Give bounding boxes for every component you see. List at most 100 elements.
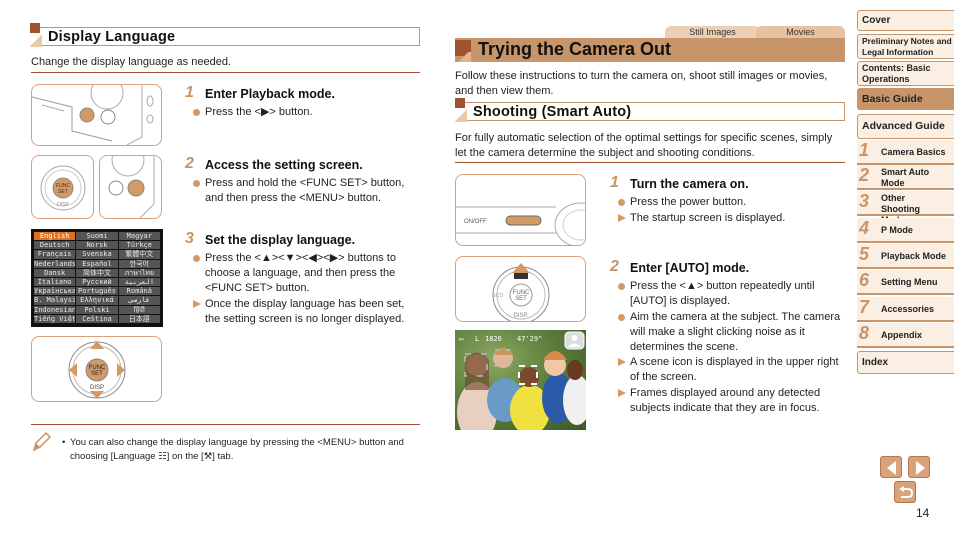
language-option: Norsk [76, 241, 118, 250]
step-number: 1 [185, 84, 194, 101]
language-option: العربية [118, 277, 160, 287]
chapter-number: 3 [859, 191, 870, 211]
next-page-button[interactable] [908, 456, 930, 478]
result-arrow-icon [618, 389, 626, 397]
svg-text:47'29": 47'29" [517, 335, 542, 343]
menu-button-illustration [99, 155, 162, 219]
svg-text:DISP: DISP [57, 202, 69, 208]
step-result: Once the display language has been set, … [192, 297, 420, 327]
func-set-button-illustration: FUNC SET DISP [31, 155, 94, 219]
chapter-number: 6 [859, 270, 870, 290]
power-button-icon: ON/OFF [456, 202, 585, 245]
svg-text:1826: 1826 [485, 335, 502, 343]
language-option: فارسی [118, 296, 160, 305]
bullet-dot-icon [193, 255, 200, 262]
nav-chapter-7[interactable]: 7 Accessories [857, 297, 954, 322]
nav-basic-guide[interactable]: Basic Guide [857, 88, 954, 110]
chapter-number: 8 [859, 323, 870, 343]
chapter-label: Smart Auto Mode [881, 167, 930, 188]
menu-button-icon [108, 156, 155, 218]
svg-text:SET: SET [91, 371, 103, 377]
language-option: Polski [76, 305, 118, 314]
step-result: A scene icon is displayed in the upper r… [617, 355, 842, 385]
step-number: 2 [610, 258, 619, 275]
language-option: ภาษาไทย [118, 268, 160, 277]
language-option: Indonesian [34, 305, 76, 314]
pencil-note-icon [32, 431, 52, 452]
language-option: Deutsch [34, 241, 76, 250]
control-dial-icon: FUNC SET DISP [68, 341, 126, 399]
nav-chapter-1[interactable]: 1 Camera Basics [857, 140, 954, 165]
arrow-left-icon [887, 461, 896, 475]
prev-page-button[interactable] [880, 456, 902, 478]
svg-text:▭: ▭ [459, 335, 463, 343]
step-bullet: Press the <▲> button repeatedly until [A… [617, 279, 837, 309]
chapter-label: P Mode [881, 225, 913, 235]
step-number: 2 [185, 155, 194, 172]
svg-text:DISP.: DISP. [514, 313, 529, 319]
language-option: Español [76, 259, 118, 268]
return-arrow-icon [899, 486, 914, 498]
language-option: Nederlands [34, 259, 76, 268]
language-option: 한국어 [118, 259, 160, 268]
step-bullet: Aim the camera at the subject. The camer… [617, 310, 842, 355]
language-option: English [34, 232, 76, 241]
step-bullet: Press the <▶> button. [192, 105, 422, 120]
nav-chapter-8[interactable]: 8 Appendix [857, 323, 954, 348]
section-title: Display Language [48, 29, 176, 45]
chapter-number: 4 [859, 218, 870, 238]
bullet-dot-icon [193, 109, 200, 116]
nav-preliminary-notes[interactable]: Preliminary Notes and Legal Information [857, 34, 954, 59]
section-header-display-language: Display Language [30, 23, 420, 47]
nav-advanced-guide[interactable]: Advanced Guide [857, 114, 954, 139]
nav-cover[interactable]: Cover [857, 10, 954, 31]
chapter-label: Appendix [881, 330, 923, 340]
step-title: Enter [AUTO] mode. [630, 261, 750, 275]
header-square-icon [30, 23, 40, 33]
arrow-buttons-illustration: FUNC SET DISP [31, 336, 162, 402]
language-option: 简体中文 [76, 268, 118, 277]
result-arrow-icon [618, 214, 626, 222]
svg-text:SET: SET [58, 189, 68, 195]
return-button[interactable] [894, 481, 916, 503]
step-number: 1 [610, 174, 619, 191]
page-title: Trying the Camera Out [478, 39, 672, 59]
chapter-label: Setting Menu [881, 277, 938, 287]
chapter-number: 2 [859, 165, 870, 185]
language-option: Türkçe [118, 241, 160, 250]
step-title: Set the display language. [205, 233, 356, 247]
language-option: 繁體中文 [118, 250, 160, 259]
language-option: Português [76, 287, 118, 296]
bullet-dot-icon [618, 314, 625, 321]
language-option: Русский [76, 277, 118, 287]
language-option: 日本語 [118, 314, 160, 323]
step-title: Access the setting screen. [205, 158, 363, 172]
divider [31, 72, 420, 73]
bullet-dot-icon [618, 283, 625, 290]
nav-chapter-3[interactable]: 3Other Shooting Modes [857, 191, 954, 225]
main-section-header: Trying the Camera Out [455, 38, 845, 62]
nav-chapter-4[interactable]: 4 P Mode [857, 218, 954, 243]
step-result: Frames displayed around any detected sub… [617, 386, 842, 416]
camera-preview-photo: ▭ L 1826 47'29" [455, 330, 586, 430]
header-square-icon [455, 98, 465, 108]
chapter-number: 5 [859, 244, 870, 264]
nav-chapter-2[interactable]: 2 Smart Auto Mode [857, 165, 954, 190]
language-option: हिंदी [118, 305, 160, 314]
divider [31, 424, 420, 425]
nav-index[interactable]: Index [857, 351, 954, 374]
up-button-illustration: FUNC SET DISP. ECO [455, 256, 586, 322]
nav-contents[interactable]: Contents: Basic Operations [857, 61, 954, 86]
bullet-dot-icon [193, 180, 200, 187]
language-option: Українська [34, 287, 76, 296]
result-arrow-icon [618, 358, 626, 366]
nav-chapter-5[interactable]: 5 Playback Mode [857, 244, 954, 269]
power-button-illustration: ON/OFF [455, 174, 586, 246]
camera-back-icon [32, 85, 154, 145]
chapter-label: Playback Mode [881, 251, 947, 261]
language-option: Italiano [34, 277, 76, 287]
language-option: Dansk [34, 268, 76, 277]
nav-chapter-6[interactable]: 6 Setting Menu [857, 270, 954, 295]
language-selection-screen: English Suomi Magyar Deutsch Norsk Türkçe Fran… [31, 229, 163, 327]
step-number: 3 [185, 230, 194, 247]
